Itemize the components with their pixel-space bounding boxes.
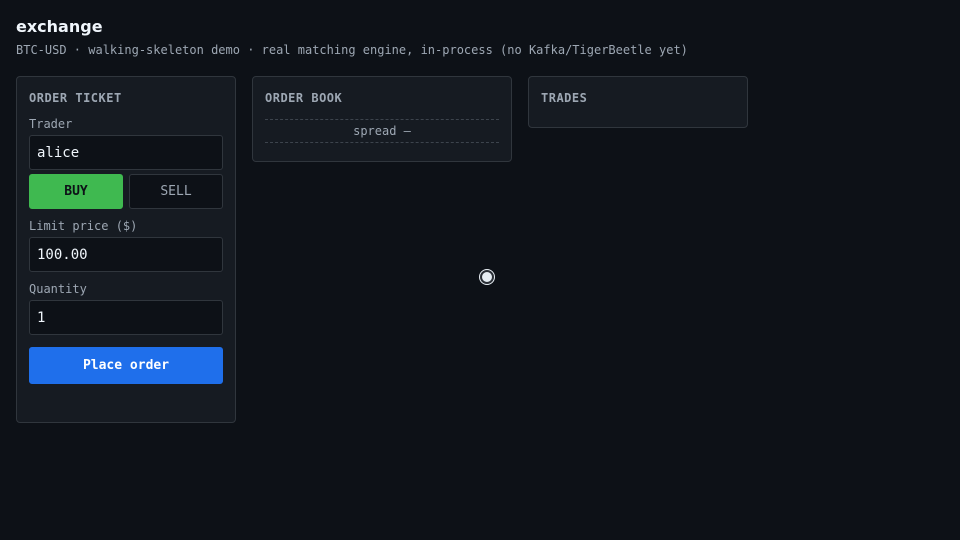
place-order-button[interactable]: Place order [29, 347, 223, 384]
spread-indicator: spread — [265, 119, 499, 143]
quantity-input[interactable] [29, 300, 223, 335]
trades-title: TRADES [541, 91, 588, 105]
order-ticket-panel: ORDER TICKET Trader BUY SELL Limit price… [16, 76, 236, 423]
sell-button[interactable]: SELL [129, 174, 223, 209]
trader-input[interactable] [29, 135, 223, 170]
buy-button[interactable]: BUY [29, 174, 123, 209]
limit-price-input[interactable] [29, 237, 223, 272]
order-book-title: ORDER BOOK [265, 91, 343, 105]
trades-panel: TRADES [528, 76, 748, 128]
quantity-label: Quantity [29, 282, 87, 296]
order-ticket-title: ORDER TICKET [29, 91, 122, 105]
page-header: exchange BTC-USD · walking-skeleton demo… [16, 16, 688, 58]
app-title: exchange [16, 17, 103, 36]
limit-price-label: Limit price ($) [29, 219, 138, 233]
mouse-cursor-icon [480, 270, 494, 284]
app-subtitle: BTC-USD · walking-skeleton demo · real m… [16, 43, 688, 57]
order-book-panel: ORDER BOOK spread — [252, 76, 512, 162]
trader-label: Trader [29, 117, 73, 131]
